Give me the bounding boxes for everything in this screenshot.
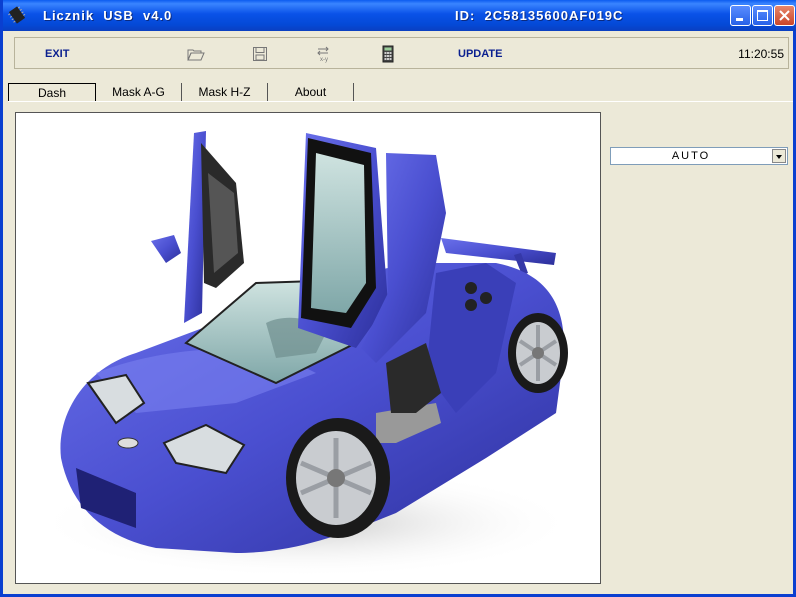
sports-car-image [36,131,576,578]
device-id: ID: 2C58135600AF019C [455,8,624,23]
exit-button[interactable]: EXIT [45,48,69,60]
tab-mask-a-g[interactable]: Mask A-G [96,83,182,101]
swap-xy-icon[interactable]: x-y [315,45,333,63]
folder-open-icon[interactable] [187,45,205,63]
title-bar[interactable]: Licznik USB v4.0 ID: 2C58135600AF019C [3,0,796,31]
mode-select[interactable]: AUTO [610,147,788,165]
chevron-down-icon [776,155,782,159]
calculator-icon[interactable] [379,45,397,63]
tab-dash[interactable]: Dash [8,83,96,101]
minimize-button[interactable] [730,5,751,26]
tab-about[interactable]: About [268,83,354,101]
toolbar: EXIT x-y UPDATE 11:20:55 [14,37,789,69]
update-button[interactable]: UPDATE [458,48,502,60]
dash-image-panel [15,112,601,584]
app-chip-icon [8,6,26,24]
main-window: Licznik USB v4.0 ID: 2C58135600AF019C EX… [0,0,796,597]
mode-select-value: AUTO [671,150,711,162]
window-title: Licznik USB v4.0 [43,8,173,23]
tab-divider [8,101,793,102]
maximize-button[interactable] [752,5,773,26]
tab-mask-h-z[interactable]: Mask H-Z [182,83,268,101]
clock-display: 11:20:55 [738,47,784,61]
save-icon[interactable] [251,45,269,63]
close-button[interactable] [774,5,795,26]
svg-text:x-y: x-y [320,57,328,63]
maximize-icon [757,10,768,21]
minimize-icon [736,18,743,21]
dropdown-arrow-button[interactable] [772,149,786,163]
close-icon [779,10,790,21]
